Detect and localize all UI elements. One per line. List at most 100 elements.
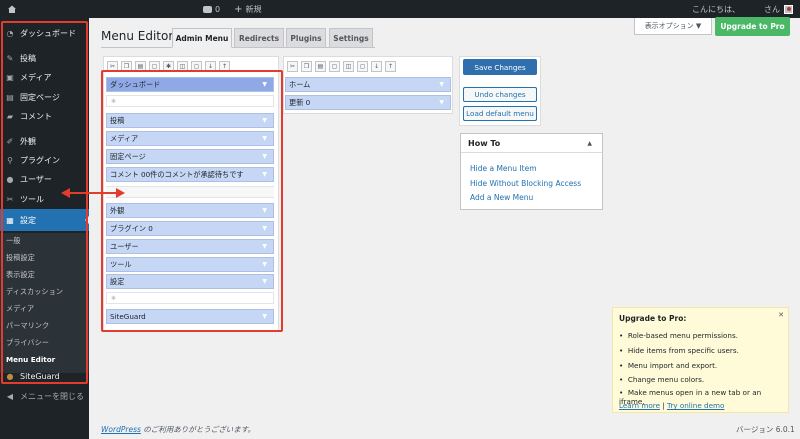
close-icon[interactable]: ✕ [778,311,784,319]
new-separator-icon[interactable]: ✱ [163,61,174,72]
submenu-item-reading[interactable]: 表示設定 [6,270,35,280]
sidebar-item-posts[interactable]: ✎ 投稿 [0,51,89,66]
upgrade-to-pro-button[interactable]: Upgrade to Pro [715,17,790,36]
tab-plugins[interactable]: Plugins [286,28,326,48]
link-add-new-menu[interactable]: Add a New Menu [470,193,533,202]
expand-arrow-icon[interactable]: ▼ [262,117,267,124]
delete-icon[interactable]: ◻ [191,61,202,72]
avatar [784,4,793,14]
load-default-menu-button[interactable]: Load default menu [463,106,537,121]
hide-icon[interactable]: ◫ [343,61,354,72]
settings-submenu: 一般 投稿設定 表示設定 ディスカッション メディア パーマリンク プライバシー… [0,233,89,373]
menu-row-comments[interactable]: コメント 00件のコメントが承認待ちです ▼ [106,167,274,182]
sort-descending-icon[interactable]: ↑ [385,61,396,72]
sidebar-item-settings[interactable]: ▦ 設定 [0,209,90,231]
menu-row-label: 投稿 [110,115,125,125]
menu-row-label: メディア [110,133,139,143]
cut-icon[interactable]: ✂ [287,61,298,72]
expand-arrow-icon[interactable]: ▼ [262,153,267,160]
account-menu[interactable]: こんにちは、 さん [685,0,800,18]
tab-admin-menu[interactable]: Admin Menu [172,28,232,48]
menu-row-appearance[interactable]: 外観 ▼ [106,203,274,218]
hide-icon[interactable]: ◫ [177,61,188,72]
expand-arrow-icon[interactable]: ▼ [439,81,444,88]
wordpress-link[interactable]: WordPress [101,425,141,434]
sort-ascending-icon[interactable]: ↓ [371,61,382,72]
upgrade-bullet: • Role-based menu permissions. [619,331,738,340]
greeting: こんにちは、 [692,4,740,14]
expand-arrow-icon[interactable]: ▼ [262,313,267,320]
sidebar-item-label: ユーザー [20,175,52,184]
expand-arrow-icon[interactable]: ▼ [262,135,267,142]
submenu-item-general[interactable]: 一般 [6,236,20,246]
submenu-item-discussion[interactable]: ディスカッション [6,287,63,297]
howto-box: How To ▲ Hide a Menu Item Hide Without B… [460,133,603,210]
save-changes-button[interactable]: Save Changes [463,59,537,75]
sidebar-item-appearance[interactable]: ✐ 外観 [0,134,89,149]
menu-row-pages[interactable]: 固定ページ ▼ [106,149,274,164]
new-content-menu[interactable]: + 新規 [227,0,268,18]
menu-row-settings[interactable]: 設定 ▼ [106,274,274,289]
expand-arrow-icon[interactable]: ▼ [262,261,267,268]
sidebar-item-pages[interactable]: ▤ 固定ページ [0,90,89,105]
menu-row-tools[interactable]: ツール ▼ [106,257,274,272]
menu-row-posts[interactable]: 投稿 ▼ [106,113,274,128]
sidebar-item-label: 外観 [20,137,36,146]
menu-row-plugins[interactable]: プラグイン 0 ▼ [106,221,274,236]
submenu-item-permalink[interactable]: パーマリンク [6,321,49,331]
sidebar-item-dashboard[interactable]: ◔ ダッシュボード [0,26,89,41]
learn-more-link[interactable]: Learn more [619,401,660,410]
paste-icon[interactable]: ▤ [135,61,146,72]
expand-arrow-icon[interactable]: ▼ [439,99,444,106]
new-menu-icon[interactable]: ▢ [329,61,340,72]
sidebar-item-comments[interactable]: ▰ コメント [0,109,89,124]
menu-row-label: 固定ページ [110,151,146,161]
menu-row-users[interactable]: ユーザー ▼ [106,239,274,254]
copy-icon[interactable]: ❐ [301,61,312,72]
sort-ascending-icon[interactable]: ↓ [205,61,216,72]
menu-row-dashboard[interactable]: ダッシュボード ▼ [106,77,274,92]
wordpress-home-icon[interactable] [0,0,24,18]
delete-icon[interactable]: ◻ [357,61,368,72]
expand-arrow-icon[interactable]: ▼ [262,278,267,285]
menu-separator[interactable]: ✱ [106,292,274,304]
menu-row-label: 更新 0 [289,97,311,107]
submenu-item-privacy[interactable]: プライバシー [6,338,49,348]
collapse-menu-button[interactable]: ◀ メニューを閉じる [0,389,89,404]
menu-row-siteguard[interactable]: SiteGuard ▼ [106,309,274,324]
screen-options-button[interactable]: 表示オプション ▼ [634,18,712,35]
submenu-row-updates[interactable]: 更新 0 ▼ [285,95,451,110]
menu-separator[interactable]: ✱ [106,95,274,107]
new-menu-icon[interactable]: ▢ [149,61,160,72]
copy-icon[interactable]: ❐ [121,61,132,72]
expand-arrow-icon[interactable]: ▼ [262,81,267,88]
sort-descending-icon[interactable]: ↑ [219,61,230,72]
menu-row-media[interactable]: メディア ▼ [106,131,274,146]
sidebar-item-users[interactable]: ● ユーザー [0,172,89,187]
menu-row-label: ユーザー [110,241,139,251]
expand-arrow-icon[interactable]: ▼ [262,171,267,178]
sidebar-item-siteguard[interactable]: ● SiteGuard [0,369,89,384]
comments-menu[interactable]: 0 [196,0,227,18]
submenu-item-menu-editor[interactable]: Menu Editor [6,355,55,364]
plus-icon: + [234,3,243,15]
submenu-row-home[interactable]: ホーム ▼ [285,77,451,92]
sidebar-item-plugins[interactable]: ⚲ プラグイン [0,153,89,168]
paste-icon[interactable]: ▤ [315,61,326,72]
expand-arrow-icon[interactable]: ▼ [262,225,267,232]
howto-header[interactable]: How To ▲ [461,134,602,153]
expand-arrow-icon[interactable]: ▼ [262,207,267,214]
undo-changes-button[interactable]: Undo changes [463,87,537,102]
submenu-item-media[interactable]: メディア [6,304,34,314]
sidebar-item-media[interactable]: ▣ メディア [0,70,89,85]
footer-thanks: WordPress のご利用ありがとうございます。 [101,424,255,435]
expand-arrow-icon[interactable]: ▼ [262,243,267,250]
try-demo-link[interactable]: Try online demo [667,401,724,410]
tab-settings[interactable]: Settings [329,28,373,48]
link-hide-menu-item[interactable]: Hide a Menu Item [470,164,537,173]
cut-icon[interactable]: ✂ [107,61,118,72]
collapse-toggle-icon[interactable]: ▲ [587,140,592,147]
tab-redirects[interactable]: Redirects [234,28,284,48]
submenu-item-writing[interactable]: 投稿設定 [6,253,35,263]
link-hide-without-blocking[interactable]: Hide Without Blocking Access [470,179,581,188]
